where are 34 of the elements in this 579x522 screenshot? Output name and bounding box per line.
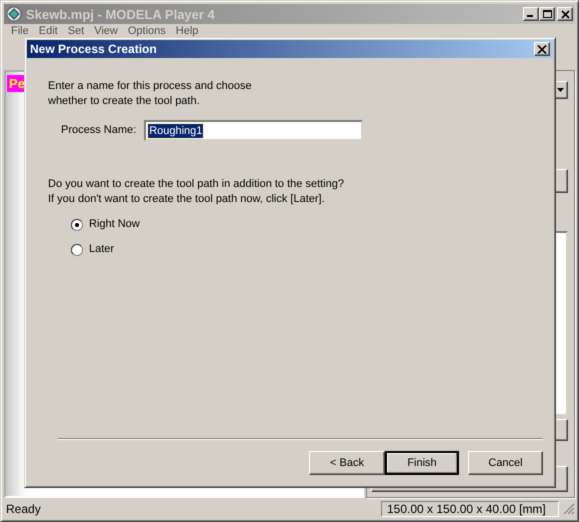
dialog-title: New Process Creation [30, 42, 158, 56]
window-title: Skewb.mpj - MODELA Player 4 [26, 6, 216, 22]
resize-grip-icon[interactable] [563, 503, 575, 515]
finish-button[interactable]: Finish [385, 451, 459, 475]
minimize-button[interactable] [523, 7, 539, 21]
instruction-text: whether to create the tool path. [48, 94, 201, 109]
back-button[interactable]: < Back [309, 451, 385, 475]
instruction-text: Enter a name for this process and choose [48, 79, 253, 94]
field-label: Process Name: [61, 123, 136, 138]
cancel-button[interactable]: Cancel [468, 451, 543, 475]
maximize-button[interactable] [539, 7, 555, 21]
radio-option[interactable]: Later [71, 242, 553, 257]
close-button[interactable] [534, 42, 550, 56]
radio-button[interactable] [71, 218, 83, 230]
process-name-field[interactable]: Roughing1 [144, 120, 364, 141]
question-text: If you don't want to create the tool path now, click [Later]. [48, 192, 326, 207]
close-icon [537, 44, 547, 54]
menu-item[interactable]: Help [170, 25, 204, 38]
menu-item[interactable]: Options [122, 25, 171, 38]
close-button[interactable] [557, 7, 573, 21]
close-icon [561, 10, 570, 19]
menu-item[interactable]: Set [62, 25, 90, 38]
minimize-icon [527, 15, 533, 17]
menu-item[interactable]: Edit [34, 25, 63, 38]
maximize-icon [543, 10, 552, 18]
status-message: Ready [5, 502, 42, 516]
menu-item[interactable]: File [6, 25, 34, 38]
caret-icon [556, 88, 564, 92]
radio-button[interactable] [71, 244, 83, 256]
radio-option[interactable]: Right Now [71, 217, 553, 232]
question-text: Do you want to create the tool path in addition to the setting? [48, 177, 345, 192]
dimensions-readout: 150.00 x 150.00 x 40.00 [mm] [381, 501, 559, 517]
menu-item[interactable]: View [89, 25, 123, 38]
app-icon [6, 6, 22, 22]
